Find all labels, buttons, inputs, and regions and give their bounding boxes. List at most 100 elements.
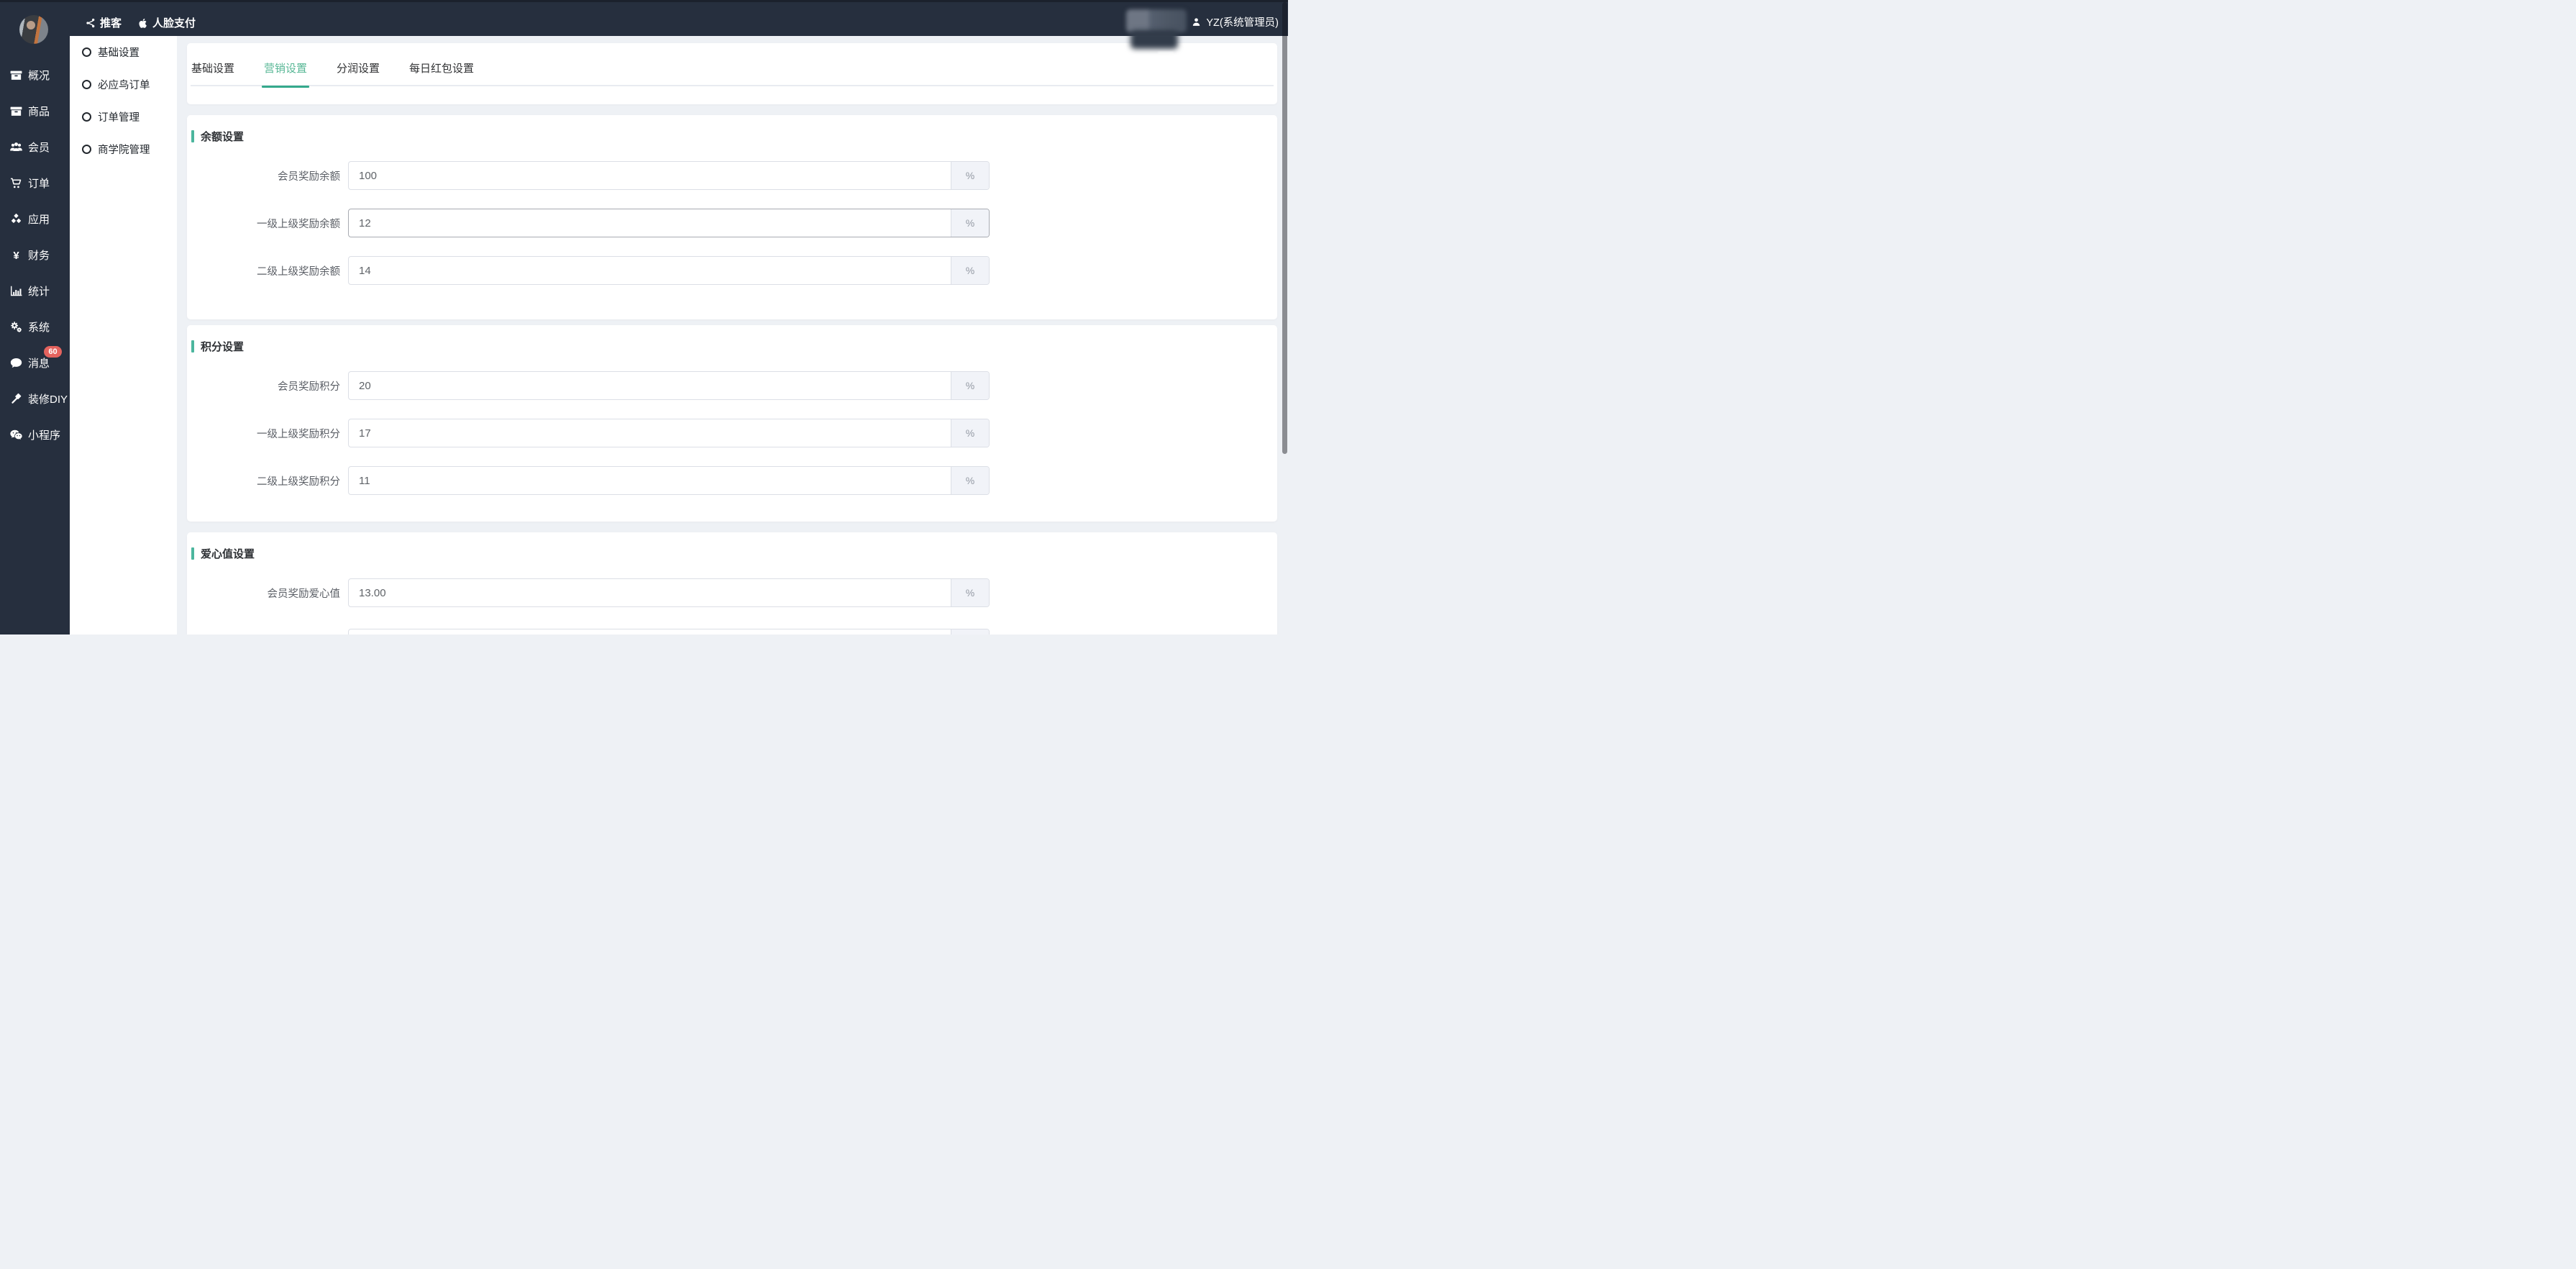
tabs-card: 基础设置 营销设置 分润设置 每日红包设置 [187,43,1277,104]
top-nav-tuike-label: 推客 [100,15,122,30]
sidebar-item-label: 会员 [28,140,50,155]
sidebar-item-orders[interactable]: 订单 [0,165,70,201]
tab-basic-settings[interactable]: 基础设置 [191,60,235,76]
apple-icon [137,17,149,29]
submenu-item-business-school[interactable]: 商学院管理 [70,133,177,165]
field-label: 会员奖励积分 [191,378,348,394]
sidebar-item-label: 统计 [28,283,50,299]
submenu-item-biyingniao-orders[interactable]: 必应鸟订单 [70,68,177,101]
member-reward-balance-input[interactable] [349,162,951,189]
message-count-badge: 60 [44,346,62,358]
member-reward-points-input[interactable] [349,372,951,399]
input-group [348,629,990,634]
sidebar: 概况 商品 会员 订单 应用 财务 统计 系统 消息 60 装修DIY 小程序 [0,36,70,634]
level2-upline-reward-points-input[interactable] [349,467,951,494]
active-tab-underline [262,86,309,88]
input-group: % [348,161,990,190]
percent-addon: % [951,372,989,399]
circle-o-icon [82,80,91,89]
level1-upline-reward-balance-input[interactable] [349,209,951,237]
percent-addon: % [951,209,989,237]
percent-addon: % [951,257,989,284]
partial-field-row [191,629,1274,634]
section-title: 爱心值设置 [201,546,255,561]
user-menu[interactable]: YZ(系统管理员) [1191,0,1279,36]
partial-input[interactable] [349,629,951,634]
share-icon [85,17,96,29]
submenu-item-basic-settings[interactable]: 基础设置 [70,36,177,68]
sidebar-item-apps[interactable]: 应用 [0,201,70,237]
cart-icon [8,176,24,190]
section-title: 余额设置 [201,129,244,144]
field-label: 二级上级奖励积分 [191,473,348,488]
settings-tabs: 基础设置 营销设置 分润设置 每日红包设置 [191,51,1274,86]
field-label: 会员奖励爱心值 [191,586,348,601]
sidebar-item-messages[interactable]: 消息 60 [0,345,70,381]
level1-upline-reward-points-input[interactable] [349,419,951,447]
top-nav-face-pay-label: 人脸支付 [152,15,196,30]
sidebar-item-label: 消息 [28,355,50,370]
gavel-icon [8,392,24,406]
avatar[interactable] [19,15,48,44]
tab-label: 分润设置 [337,63,380,75]
sidebar-item-label: 商品 [28,104,50,119]
sidebar-item-label: 系统 [28,319,50,335]
circle-o-icon [82,145,91,154]
level2-upline-reward-balance-input[interactable] [349,257,951,284]
sidebar-item-overview[interactable]: 概况 [0,57,70,93]
tab-profit-settings[interactable]: 分润设置 [336,60,380,76]
sidebar-item-members[interactable]: 会员 [0,129,70,165]
field-row: 会员奖励爱心值 % [191,578,1274,607]
percent-addon: % [951,419,989,447]
circle-o-icon [82,112,91,122]
submenu: 基础设置 必应鸟订单 订单管理 商学院管理 [70,36,177,634]
gears-icon [8,320,24,334]
cubes-icon [8,212,24,226]
sidebar-item-mini-program[interactable]: 小程序 [0,417,70,452]
redacted-block [1126,9,1187,32]
input-group: % [348,419,990,447]
sidebar-item-system[interactable]: 系统 [0,309,70,345]
section-balance-settings: 余额设置 会员奖励余额 % 一级上级奖励余额 % 二级上级奖励余额 % [187,115,1277,319]
sidebar-item-decorate-diy[interactable]: 装修DIY [0,381,70,417]
submenu-item-order-management[interactable]: 订单管理 [70,101,177,133]
member-reward-love-value-input[interactable] [349,579,951,606]
section-accent-bar [191,547,194,560]
percent-addon: % [951,162,989,189]
input-group: % [348,466,990,495]
section-header: 余额设置 [191,129,1274,142]
sidebar-item-label: 小程序 [28,427,60,442]
percent-addon: % [951,467,989,494]
sidebar-item-finance[interactable]: 财务 [0,237,70,273]
circle-o-icon [82,47,91,57]
field-label: 一级上级奖励余额 [191,216,348,231]
tab-label: 每日红包设置 [409,63,474,75]
submenu-item-label: 基础设置 [98,45,140,60]
archive-icon [8,104,24,118]
tab-daily-redpacket-settings[interactable]: 每日红包设置 [408,60,475,76]
sidebar-item-goods[interactable]: 商品 [0,93,70,129]
sidebar-item-statistics[interactable]: 统计 [0,273,70,309]
top-nav-face-pay[interactable]: 人脸支付 [137,15,196,30]
field-label: 二级上级奖励余额 [191,263,348,278]
percent-addon [951,629,989,634]
sidebar-item-label: 财务 [28,247,50,263]
top-nav-tuike[interactable]: 推客 [85,15,122,30]
redacted-block-lower [1131,30,1178,49]
redacted-highlight [1158,52,1174,54]
field-row: 会员奖励积分 % [191,371,1274,400]
input-group: % [348,256,990,285]
yen-icon [8,248,24,262]
top-bar: 推客 人脸支付 YZ(系统管理员) [0,0,1288,36]
section-title: 积分设置 [201,339,244,354]
vertical-scrollbar-thumb[interactable] [1282,2,1287,454]
section-accent-bar [191,130,194,142]
field-label: 一级上级奖励积分 [191,426,348,441]
section-accent-bar [191,340,194,352]
input-group: % [348,578,990,607]
tab-marketing-settings[interactable]: 营销设置 [263,60,308,76]
section-points-settings: 积分设置 会员奖励积分 % 一级上级奖励积分 % 二级上级奖励积分 % [187,325,1277,522]
archive-icon [8,68,24,82]
submenu-item-label: 必应鸟订单 [98,77,150,92]
users-icon [8,140,24,154]
